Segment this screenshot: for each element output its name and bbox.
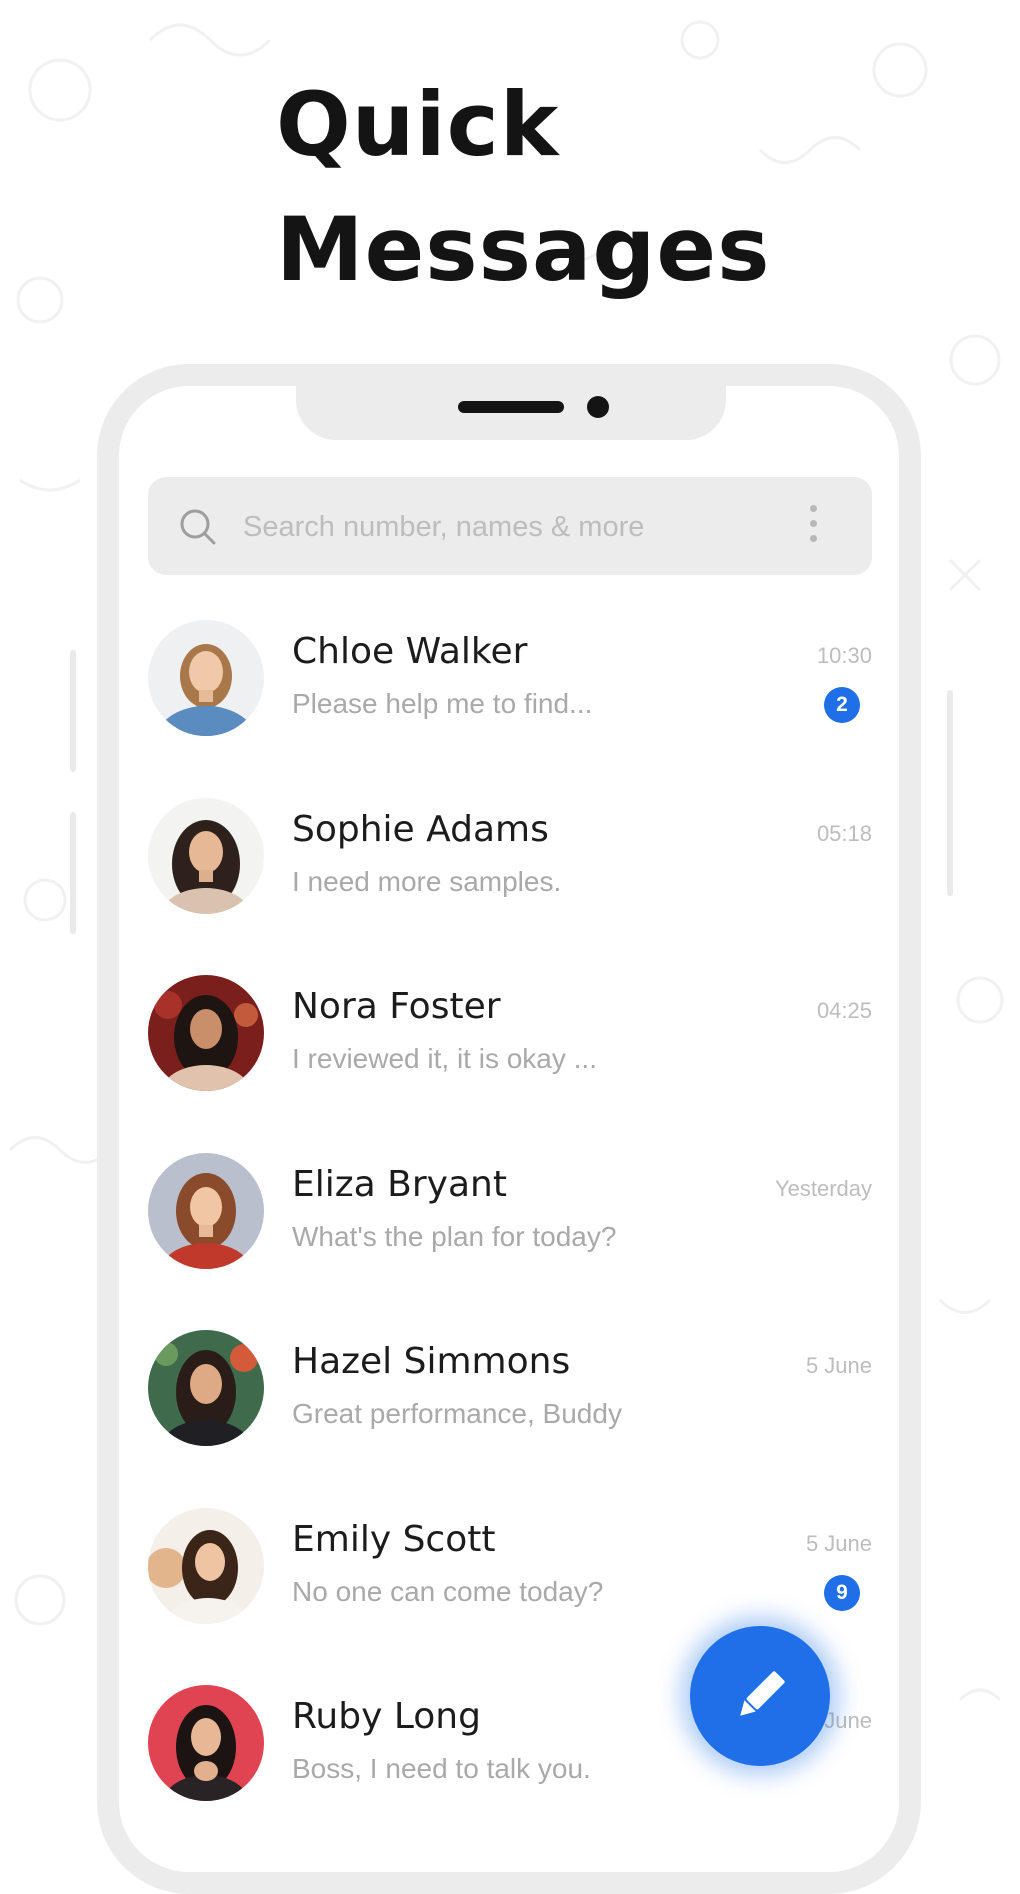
message-time: 04:25 xyxy=(816,998,872,1023)
headline: Quick Messages xyxy=(276,62,770,312)
avatar[interactable] xyxy=(148,1152,264,1269)
message-time: 10:30 xyxy=(816,643,872,668)
phone-speaker xyxy=(458,401,564,413)
message-time: Yesterday xyxy=(774,1175,872,1201)
message-preview: Great performance, Buddy xyxy=(292,1398,622,1429)
search-icon xyxy=(180,509,216,545)
conversation-row[interactable]: Chloe Walker Please help me to find... 1… xyxy=(148,620,872,798)
contact-name: Chloe Walker xyxy=(292,631,528,672)
avatar[interactable] xyxy=(148,620,264,736)
message-time: 5 June xyxy=(805,1353,872,1378)
unread-badge: 2 xyxy=(824,687,860,723)
conversation-row[interactable]: Nora Foster I reviewed it, it is okay ..… xyxy=(148,975,872,1153)
message-preview: Please help me to find... xyxy=(292,688,593,719)
pencil-icon xyxy=(740,1671,785,1716)
unread-badge: 9 xyxy=(824,1574,860,1611)
contact-name: Hazel Simmons xyxy=(292,1341,571,1382)
avatar[interactable] xyxy=(148,1330,264,1446)
avatar[interactable] xyxy=(148,1507,264,1624)
conversation-row[interactable]: Sophie Adams I need more samples. 05:18 xyxy=(148,797,872,976)
contact-name: Eliza Bryant xyxy=(292,1163,507,1205)
phone-camera xyxy=(587,396,609,418)
contact-name: Sophie Adams xyxy=(292,808,549,850)
headline-line-1: Quick xyxy=(276,73,560,176)
message-time: 5 June xyxy=(805,1530,872,1556)
message-time: June xyxy=(824,1708,872,1733)
phone-volume-up-button xyxy=(70,650,76,772)
message-preview: What's the plan for today? xyxy=(292,1220,617,1252)
headline-line-2: Messages xyxy=(276,198,771,301)
avatar[interactable] xyxy=(148,797,264,914)
message-preview: I reviewed it, it is okay ... xyxy=(292,1043,597,1074)
contact-name: Nora Foster xyxy=(292,986,501,1027)
search-bar[interactable]: Search number, names & more xyxy=(148,477,872,575)
message-preview: Boss, I need to talk you. xyxy=(292,1753,591,1784)
conversation-row[interactable]: Hazel Simmons Great performance, Buddy 5… xyxy=(148,1330,872,1508)
contact-name: Ruby Long xyxy=(292,1696,481,1737)
search-input[interactable]: Search number, names & more xyxy=(243,507,644,547)
message-preview: I need more samples. xyxy=(292,865,562,897)
message-time: 05:18 xyxy=(816,820,872,846)
phone-volume-down-button xyxy=(70,812,76,934)
conversation-row[interactable]: Eliza Bryant What's the plan for today? … xyxy=(148,1152,872,1331)
avatar[interactable] xyxy=(148,1685,264,1801)
phone-notch xyxy=(296,382,726,440)
phone-power-button xyxy=(947,690,953,896)
avatar[interactable] xyxy=(148,975,264,1091)
message-preview: No one can come today? xyxy=(292,1575,604,1607)
contact-name: Emily Scott xyxy=(292,1518,496,1560)
more-vertical-icon[interactable] xyxy=(805,505,821,549)
compose-button[interactable] xyxy=(690,1626,830,1766)
